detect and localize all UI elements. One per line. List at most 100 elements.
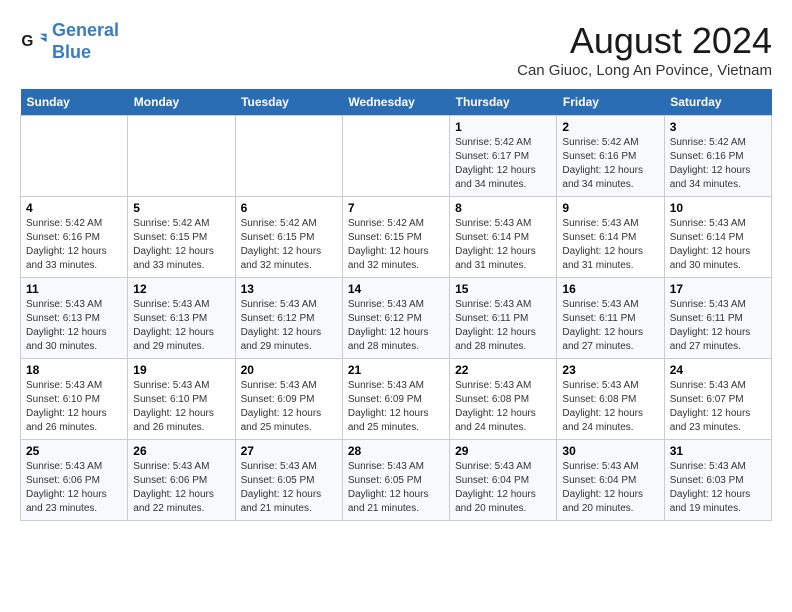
day-number: 18 (26, 363, 122, 377)
day-number: 21 (348, 363, 444, 377)
day-info: Sunrise: 5:42 AM Sunset: 6:16 PM Dayligh… (562, 136, 658, 192)
day-number: 3 (670, 120, 766, 134)
calendar-cell: 6 Sunrise: 5:42 AM Sunset: 6:15 PM Daylig… (235, 197, 342, 278)
title-block: August 2024 Can Giuoc, Long An Povince, … (517, 20, 772, 79)
calendar-cell: 11 Sunrise: 5:43 AM Sunset: 6:13 PM Dayli… (21, 278, 128, 359)
calendar-cell: 27 Sunrise: 5:43 AM Sunset: 6:05 PM Dayli… (235, 440, 342, 521)
day-info: Sunrise: 5:42 AM Sunset: 6:16 PM Dayligh… (26, 217, 122, 273)
weekday-header-thursday: Thursday (450, 89, 557, 116)
calendar-cell: 4 Sunrise: 5:42 AM Sunset: 6:16 PM Daylig… (21, 197, 128, 278)
calendar-cell: 18 Sunrise: 5:43 AM Sunset: 6:10 PM Dayli… (21, 359, 128, 440)
day-info: Sunrise: 5:42 AM Sunset: 6:15 PM Dayligh… (133, 217, 229, 273)
calendar-table: SundayMondayTuesdayWednesdayThursdayFrid… (20, 89, 772, 521)
day-number: 25 (26, 444, 122, 458)
weekday-header-friday: Friday (557, 89, 664, 116)
day-info: Sunrise: 5:43 AM Sunset: 6:06 PM Dayligh… (133, 460, 229, 516)
day-info: Sunrise: 5:42 AM Sunset: 6:16 PM Dayligh… (670, 136, 766, 192)
day-number: 26 (133, 444, 229, 458)
logo-icon: G (20, 28, 48, 56)
calendar-cell: 25 Sunrise: 5:43 AM Sunset: 6:06 PM Dayli… (21, 440, 128, 521)
day-number: 15 (455, 282, 551, 296)
day-number: 8 (455, 201, 551, 215)
day-info: Sunrise: 5:43 AM Sunset: 6:13 PM Dayligh… (133, 298, 229, 354)
day-info: Sunrise: 5:43 AM Sunset: 6:03 PM Dayligh… (670, 460, 766, 516)
calendar-cell (235, 116, 342, 197)
calendar-cell: 15 Sunrise: 5:43 AM Sunset: 6:11 PM Dayli… (450, 278, 557, 359)
calendar-cell: 20Sunrise: 5:43 AM Sunset: 6:09 PM Dayli… (235, 359, 342, 440)
calendar-week-4: 18 Sunrise: 5:43 AM Sunset: 6:10 PM Dayli… (21, 359, 772, 440)
day-info: Sunrise: 5:43 AM Sunset: 6:14 PM Dayligh… (670, 217, 766, 273)
calendar-cell: 9Sunrise: 5:43 AM Sunset: 6:14 PM Daylig… (557, 197, 664, 278)
calendar-cell (342, 116, 449, 197)
calendar-cell: 10 Sunrise: 5:43 AM Sunset: 6:14 PM Dayli… (664, 197, 771, 278)
calendar-cell: 8Sunrise: 5:43 AM Sunset: 6:14 PM Daylig… (450, 197, 557, 278)
day-number: 31 (670, 444, 766, 458)
calendar-cell: 2 Sunrise: 5:42 AM Sunset: 6:16 PM Daylig… (557, 116, 664, 197)
calendar-cell: 28 Sunrise: 5:43 AM Sunset: 6:05 PM Dayli… (342, 440, 449, 521)
day-number: 22 (455, 363, 551, 377)
calendar-cell: 17 Sunrise: 5:43 AM Sunset: 6:11 PM Dayli… (664, 278, 771, 359)
day-number: 19 (133, 363, 229, 377)
day-number: 27 (241, 444, 337, 458)
day-number: 10 (670, 201, 766, 215)
weekday-header-saturday: Saturday (664, 89, 771, 116)
day-info: Sunrise: 5:43 AM Sunset: 6:09 PM Dayligh… (348, 379, 444, 435)
day-number: 13 (241, 282, 337, 296)
calendar-subtitle: Can Giuoc, Long An Povince, Vietnam (517, 62, 772, 79)
calendar-header: SundayMondayTuesdayWednesdayThursdayFrid… (21, 89, 772, 116)
day-info: Sunrise: 5:43 AM Sunset: 6:08 PM Dayligh… (455, 379, 551, 435)
day-number: 28 (348, 444, 444, 458)
day-info: Sunrise: 5:43 AM Sunset: 6:12 PM Dayligh… (348, 298, 444, 354)
calendar-cell: 24 Sunrise: 5:43 AM Sunset: 6:07 PM Dayli… (664, 359, 771, 440)
calendar-week-2: 4 Sunrise: 5:42 AM Sunset: 6:16 PM Daylig… (21, 197, 772, 278)
calendar-cell: 22 Sunrise: 5:43 AM Sunset: 6:08 PM Dayli… (450, 359, 557, 440)
day-info: Sunrise: 5:43 AM Sunset: 6:11 PM Dayligh… (455, 298, 551, 354)
calendar-cell: 26 Sunrise: 5:43 AM Sunset: 6:06 PM Dayli… (128, 440, 235, 521)
day-info: Sunrise: 5:42 AM Sunset: 6:15 PM Dayligh… (241, 217, 337, 273)
calendar-cell: 30 Sunrise: 5:43 AM Sunset: 6:04 PM Dayli… (557, 440, 664, 521)
day-number: 24 (670, 363, 766, 377)
svg-text:G: G (21, 33, 33, 50)
day-number: 14 (348, 282, 444, 296)
weekday-header-monday: Monday (128, 89, 235, 116)
day-info: Sunrise: 5:43 AM Sunset: 6:10 PM Dayligh… (26, 379, 122, 435)
calendar-cell: 3 Sunrise: 5:42 AM Sunset: 6:16 PM Daylig… (664, 116, 771, 197)
day-number: 16 (562, 282, 658, 296)
calendar-cell (128, 116, 235, 197)
day-number: 6 (241, 201, 337, 215)
calendar-cell: 31 Sunrise: 5:43 AM Sunset: 6:03 PM Dayli… (664, 440, 771, 521)
day-info: Sunrise: 5:43 AM Sunset: 6:13 PM Dayligh… (26, 298, 122, 354)
day-info: Sunrise: 5:42 AM Sunset: 6:15 PM Dayligh… (348, 217, 444, 273)
calendar-cell: 29Sunrise: 5:43 AM Sunset: 6:04 PM Dayli… (450, 440, 557, 521)
calendar-cell (21, 116, 128, 197)
weekday-header-wednesday: Wednesday (342, 89, 449, 116)
day-info: Sunrise: 5:43 AM Sunset: 6:04 PM Dayligh… (455, 460, 551, 516)
day-info: Sunrise: 5:43 AM Sunset: 6:05 PM Dayligh… (348, 460, 444, 516)
day-number: 7 (348, 201, 444, 215)
day-info: Sunrise: 5:43 AM Sunset: 6:07 PM Dayligh… (670, 379, 766, 435)
day-info: Sunrise: 5:43 AM Sunset: 6:10 PM Dayligh… (133, 379, 229, 435)
calendar-week-1: 1Sunrise: 5:42 AM Sunset: 6:17 PM Daylig… (21, 116, 772, 197)
calendar-cell: 7 Sunrise: 5:42 AM Sunset: 6:15 PM Daylig… (342, 197, 449, 278)
day-number: 17 (670, 282, 766, 296)
calendar-cell: 14 Sunrise: 5:43 AM Sunset: 6:12 PM Dayli… (342, 278, 449, 359)
day-info: Sunrise: 5:43 AM Sunset: 6:06 PM Dayligh… (26, 460, 122, 516)
calendar-cell: 13 Sunrise: 5:43 AM Sunset: 6:12 PM Dayli… (235, 278, 342, 359)
calendar-week-5: 25 Sunrise: 5:43 AM Sunset: 6:06 PM Dayli… (21, 440, 772, 521)
logo: G General Blue (20, 20, 119, 63)
day-info: Sunrise: 5:43 AM Sunset: 6:11 PM Dayligh… (562, 298, 658, 354)
day-number: 2 (562, 120, 658, 134)
day-info: Sunrise: 5:43 AM Sunset: 6:11 PM Dayligh… (670, 298, 766, 354)
day-info: Sunrise: 5:43 AM Sunset: 6:12 PM Dayligh… (241, 298, 337, 354)
day-number: 30 (562, 444, 658, 458)
day-info: Sunrise: 5:43 AM Sunset: 6:08 PM Dayligh… (562, 379, 658, 435)
calendar-cell: 19 Sunrise: 5:43 AM Sunset: 6:10 PM Dayli… (128, 359, 235, 440)
day-number: 9 (562, 201, 658, 215)
calendar-body: 1Sunrise: 5:42 AM Sunset: 6:17 PM Daylig… (21, 116, 772, 521)
day-number: 1 (455, 120, 551, 134)
day-info: Sunrise: 5:43 AM Sunset: 6:05 PM Dayligh… (241, 460, 337, 516)
calendar-cell: 23Sunrise: 5:43 AM Sunset: 6:08 PM Dayli… (557, 359, 664, 440)
day-number: 11 (26, 282, 122, 296)
day-info: Sunrise: 5:43 AM Sunset: 6:04 PM Dayligh… (562, 460, 658, 516)
day-number: 4 (26, 201, 122, 215)
